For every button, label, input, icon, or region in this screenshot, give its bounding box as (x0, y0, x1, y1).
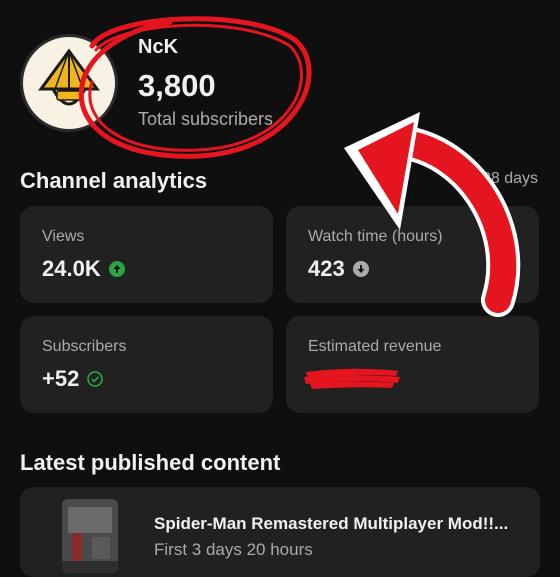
period-label[interactable]: ast 28 days (456, 170, 538, 188)
hat-logo-icon (38, 48, 100, 106)
redaction-mark (304, 368, 400, 389)
views-value-row: 24.0K (42, 256, 125, 282)
content-title: Spider-Man Remastered Multiplayer Mod!!.… (154, 514, 509, 533)
watch-time-value: 423 (308, 256, 345, 281)
channel-name: NcK (138, 36, 179, 58)
video-thumbnail[interactable] (62, 499, 118, 573)
subscriber-count: 3,800 (138, 68, 216, 103)
latest-content-item[interactable]: Spider-Man Remastered Multiplayer Mod!!.… (20, 487, 540, 577)
watch-time-card[interactable]: Watch time (hours) 423 (286, 206, 539, 303)
latest-title: Latest published content (20, 450, 281, 475)
check-circle-icon (87, 371, 104, 387)
content-subtitle: First 3 days 20 hours (154, 540, 313, 559)
views-card[interactable]: Views 24.0K (20, 206, 273, 303)
watch-time-value-row: 423 (308, 256, 369, 282)
channel-avatar[interactable] (20, 34, 118, 132)
revenue-label: Estimated revenue (308, 338, 442, 355)
subscribers-label: Subscribers (42, 338, 127, 355)
subscribers-value-row: +52 (42, 366, 104, 392)
views-value: 24.0K (42, 256, 101, 281)
watch-time-label: Watch time (hours) (308, 228, 443, 245)
subscribers-card[interactable]: Subscribers +52 (20, 316, 273, 413)
subscribers-value: +52 (42, 366, 80, 391)
views-label: Views (42, 228, 85, 245)
revenue-card[interactable]: Estimated revenue (286, 316, 539, 413)
analytics-title: Channel analytics (20, 168, 208, 193)
subscriber-label: Total subscribers (138, 109, 274, 129)
arrow-up-icon (108, 261, 125, 277)
arrow-down-icon (352, 261, 369, 277)
